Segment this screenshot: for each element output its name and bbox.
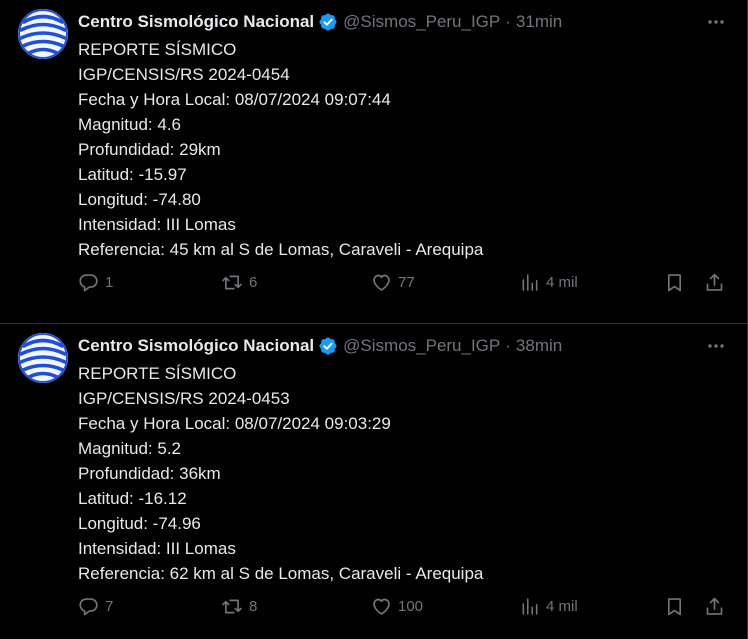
like-icon xyxy=(373,274,390,291)
tweet-line: Intensidad: III Lomas xyxy=(78,539,236,558)
separator-dot: · xyxy=(505,12,511,31)
retweet-count: 8 xyxy=(249,597,258,615)
tweet-line: Magnitud: 5.2 xyxy=(78,439,182,458)
tweet-text: REPORTE SÍSMICO IGP/CENSIS/RS 2024-0454 … xyxy=(78,37,483,262)
reply-icon xyxy=(79,597,98,615)
like-button[interactable]: 77 xyxy=(371,269,415,295)
tweet-line: Latitud: -16.12 xyxy=(78,489,187,508)
reply-count: 1 xyxy=(105,273,114,291)
tweet-line: Magnitud: 4.6 xyxy=(78,115,182,134)
bookmark-icon xyxy=(667,273,682,291)
verified-badge-icon xyxy=(318,12,338,32)
like-button[interactable]: 100 xyxy=(371,593,423,619)
tweet-line: Latitud: -15.97 xyxy=(78,165,187,184)
timestamp[interactable]: 31min xyxy=(516,10,562,34)
author-name[interactable]: Centro Sismológico Nacional xyxy=(78,10,314,34)
tweet-line: Referencia: 62 km al S de Lomas, Caravel… xyxy=(78,564,484,583)
separator-dot: · xyxy=(505,336,511,355)
tweet-line: Longitud: -74.80 xyxy=(78,190,201,209)
author-handle[interactable]: @Sismos_Peru_IGP xyxy=(343,334,500,358)
author-name[interactable]: Centro Sismológico Nacional xyxy=(78,334,314,358)
more-icon[interactable] xyxy=(701,10,731,34)
tweet-line: REPORTE SÍSMICO xyxy=(78,40,237,59)
share-button[interactable] xyxy=(704,593,725,619)
share-icon xyxy=(706,597,723,615)
tweet-line: Longitud: -74.96 xyxy=(78,514,201,533)
views-count: 4 mil xyxy=(546,273,578,291)
bookmark-icon xyxy=(667,597,682,615)
tweet-line: IGP/CENSIS/RS 2024-0454 xyxy=(78,65,290,84)
author-handle[interactable]: @Sismos_Peru_IGP xyxy=(343,10,500,34)
retweet-icon xyxy=(222,275,242,289)
tweet[interactable]: Centro Sismológico Nacional @Sismos_Peru… xyxy=(0,0,748,324)
tweet-line: Profundidad: 36km xyxy=(78,464,221,483)
verified-badge-icon xyxy=(318,336,338,356)
retweet-count: 6 xyxy=(249,273,258,291)
tweet-line: Fecha y Hora Local: 08/07/2024 09:07:44 xyxy=(78,90,391,109)
share-icon xyxy=(706,273,723,291)
views-button[interactable]: 4 mil xyxy=(520,593,578,619)
tweet-line: REPORTE SÍSMICO xyxy=(78,364,237,383)
tweet-text: REPORTE SÍSMICO IGP/CENSIS/RS 2024-0453 … xyxy=(78,361,483,586)
tweet-line: IGP/CENSIS/RS 2024-0453 xyxy=(78,389,290,408)
more-icon[interactable] xyxy=(701,334,731,358)
like-count: 100 xyxy=(398,597,424,615)
tweet-line: Fecha y Hora Local: 08/07/2024 09:03:29 xyxy=(78,414,391,433)
views-button[interactable]: 4 mil xyxy=(520,269,578,295)
tweet-line: Intensidad: III Lomas xyxy=(78,215,236,234)
tweet-actions: 7 8 100 4 mil xyxy=(78,593,729,619)
retweet-icon xyxy=(222,599,242,613)
views-count: 4 mil xyxy=(546,597,578,615)
views-icon xyxy=(522,273,538,291)
retweet-button[interactable]: 6 xyxy=(221,269,257,295)
bookmark-button[interactable] xyxy=(664,269,685,295)
bookmark-button[interactable] xyxy=(664,593,685,619)
tweet-line: Referencia: 45 km al S de Lomas, Caravel… xyxy=(78,240,484,259)
timeline: Centro Sismológico Nacional @Sismos_Peru… xyxy=(0,0,748,639)
retweet-button[interactable]: 8 xyxy=(221,593,257,619)
reply-icon xyxy=(79,273,98,291)
share-button[interactable] xyxy=(704,269,725,295)
tweet-header: Centro Sismológico Nacional @Sismos_Peru… xyxy=(78,10,731,34)
tweet[interactable]: Centro Sismológico Nacional @Sismos_Peru… xyxy=(0,324,748,639)
like-count: 77 xyxy=(398,273,415,291)
tweet-line: Profundidad: 29km xyxy=(78,140,221,159)
views-icon xyxy=(522,597,538,615)
reply-button[interactable]: 7 xyxy=(78,593,113,619)
like-icon xyxy=(373,598,390,615)
tweet-header: Centro Sismológico Nacional @Sismos_Peru… xyxy=(78,334,731,358)
tweet-actions: 1 6 77 4 mil xyxy=(78,269,729,295)
timestamp[interactable]: 38min xyxy=(516,334,562,358)
reply-button[interactable]: 1 xyxy=(78,269,113,295)
avatar[interactable] xyxy=(18,9,68,59)
avatar[interactable] xyxy=(18,333,68,383)
reply-count: 7 xyxy=(105,597,114,615)
